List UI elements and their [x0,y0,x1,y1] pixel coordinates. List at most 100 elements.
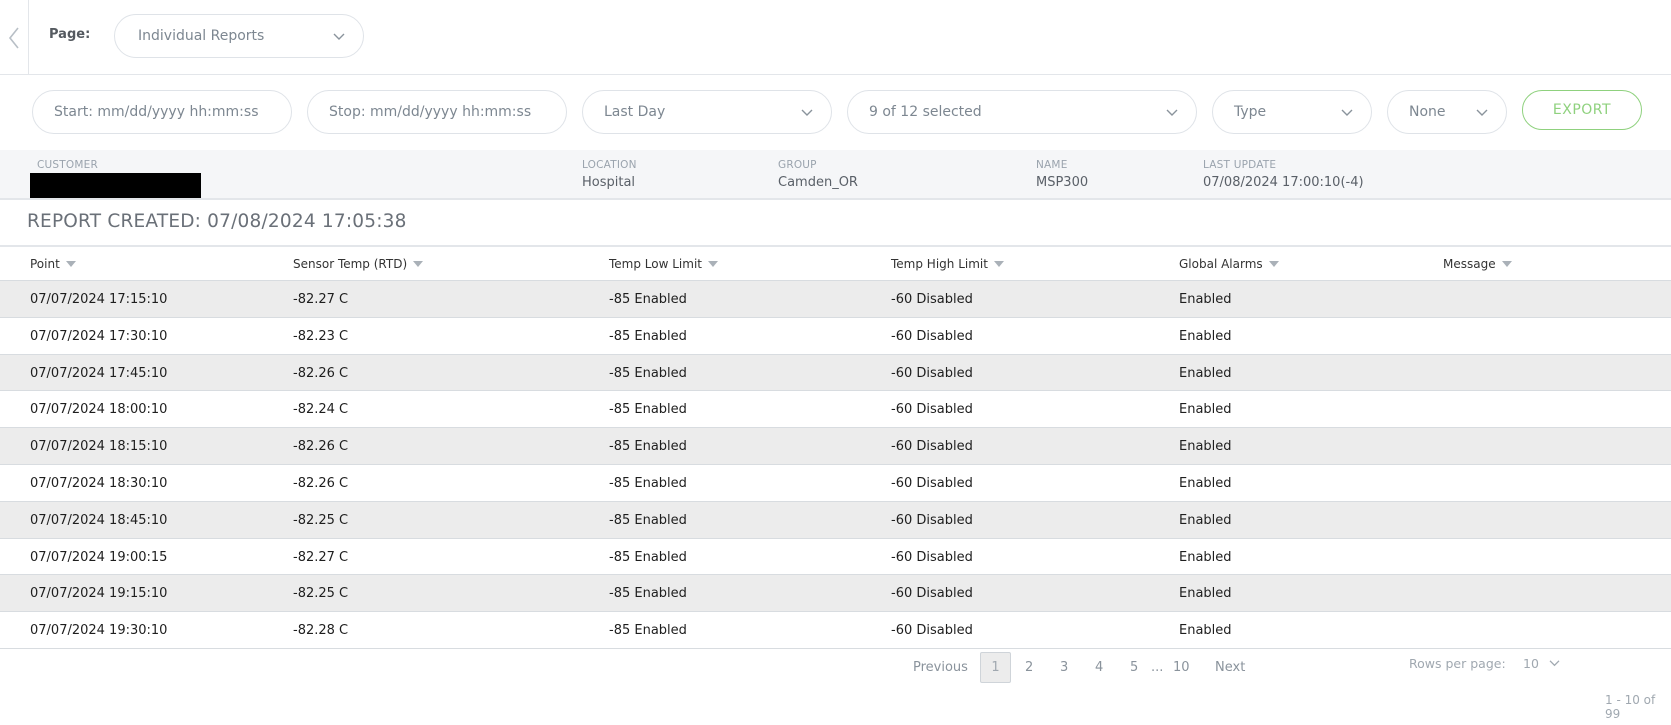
cell-point: 07/07/2024 19:30:10 [30,623,168,639]
export-button[interactable]: EXPORT [1522,90,1642,130]
cell-global-alarms: Enabled [1179,549,1232,565]
start-date-input[interactable] [54,104,268,120]
table-body: 07/07/2024 17:15:10 -82.27 C -85 Enabled -6… [0,281,1671,649]
chevron-down-icon [1549,660,1560,667]
table-header: Point Sensor Temp (RTD) Temp Low Limit T… [0,245,1671,281]
name-label: NAME [1036,159,1068,171]
column-header-temp-high-limit[interactable]: Temp High Limit [891,257,1004,271]
cell-temp-low-limit: -85 Enabled [609,475,687,491]
column-header-temp-low-limit[interactable]: Temp Low Limit [609,257,718,271]
cell-temp-high-limit: -60 Disabled [891,328,973,344]
cell-temp-high-limit: -60 Disabled [891,549,973,565]
chevron-down-icon [1166,109,1178,116]
points-multiselect[interactable]: 9 of 12 selected [847,90,1197,134]
sort-caret-icon [1268,261,1279,267]
cell-global-alarms: Enabled [1179,402,1232,418]
none-select[interactable]: None [1387,90,1507,134]
stop-date-input[interactable] [329,104,543,120]
cell-sensor-temp: -82.26 C [293,365,349,381]
column-header-label: Sensor Temp (RTD) [293,257,408,271]
group-label: GROUP [778,159,817,171]
table-row: 07/07/2024 18:30:10 -82.26 C -85 Enabled -6… [0,465,1671,502]
cell-sensor-temp: -82.24 C [293,402,349,418]
name-info: NAME MSP300 [1036,159,1088,190]
sort-caret-icon [65,261,76,267]
table-row: 07/07/2024 19:30:10 -82.28 C -85 Enabled -6… [0,612,1671,649]
cell-point: 07/07/2024 18:30:10 [30,475,168,491]
column-header-label: Global Alarms [1179,257,1263,271]
page-1-button-current[interactable]: 1 [980,652,1011,683]
column-header-global-alarms[interactable]: Global Alarms [1179,257,1279,271]
page-label: Page: [49,27,91,42]
chevron-down-icon [1476,109,1488,116]
type-select[interactable]: Type [1212,90,1372,134]
table-row: 07/07/2024 17:30:10 -82.23 C -85 Enabled -6… [0,318,1671,355]
page-2-button[interactable]: 2 [1025,660,1033,675]
location-value: Hospital [582,175,636,190]
cell-temp-high-limit: -60 Disabled [891,365,973,381]
name-value: MSP300 [1036,175,1089,190]
cell-sensor-temp: -82.26 C [293,439,349,455]
cell-point: 07/07/2024 19:00:15 [30,549,168,565]
column-header-label: Point [30,257,60,271]
cell-temp-low-limit: -85 Enabled [609,586,687,602]
customer-label: CUSTOMER [37,159,98,171]
last-update-info: LAST UPDATE 07/08/2024 17:00:10(-4) [1203,159,1364,190]
report-table: Point Sensor Temp (RTD) Temp Low Limit T… [0,245,1671,649]
sort-caret-icon [1501,261,1512,267]
stop-date-field[interactable] [307,90,567,134]
table-row: 07/07/2024 19:15:10 -82.25 C -85 Enabled -6… [0,575,1671,613]
cell-point: 07/07/2024 18:00:10 [30,402,168,418]
top-bar: Page: Individual Reports [0,0,1671,75]
cell-point: 07/07/2024 18:15:10 [30,439,168,455]
page-select-value: Individual Reports [138,28,265,44]
cell-temp-low-limit: -85 Enabled [609,623,687,639]
page-5-button[interactable]: 5 [1130,660,1138,675]
column-header-message[interactable]: Message [1443,257,1512,271]
next-page-button[interactable]: Next [1215,660,1245,675]
cell-global-alarms: Enabled [1179,623,1232,639]
page-10-button[interactable]: 10 [1173,660,1190,675]
cell-temp-low-limit: -85 Enabled [609,328,687,344]
cell-sensor-temp: -82.23 C [293,328,349,344]
cell-temp-low-limit: -85 Enabled [609,549,687,565]
cell-temp-high-limit: -60 Disabled [891,512,973,528]
column-header-sensor-temp[interactable]: Sensor Temp (RTD) [293,257,424,271]
cell-temp-high-limit: -60 Disabled [891,586,973,602]
back-button[interactable] [0,0,29,75]
table-row: 07/07/2024 18:45:10 -82.25 C -85 Enabled -6… [0,501,1671,539]
cell-temp-low-limit: -85 Enabled [609,402,687,418]
customer-redaction [30,173,201,198]
previous-page-button[interactable]: Previous [913,660,968,675]
cell-point: 07/07/2024 19:15:10 [30,586,168,602]
column-header-label: Temp High Limit [891,257,988,271]
table-row: 07/07/2024 17:15:10 -82.27 C -85 Enabled -6… [0,281,1671,318]
type-select-value: Type [1234,104,1267,120]
sort-caret-icon [413,261,424,267]
column-header-label: Message [1443,257,1496,271]
chevron-down-icon [333,33,345,40]
cell-temp-low-limit: -85 Enabled [609,365,687,381]
location-label: LOCATION [582,159,637,171]
sort-caret-icon [708,261,718,267]
page-3-button[interactable]: 3 [1060,660,1068,675]
last-update-label: LAST UPDATE [1203,159,1277,171]
page-select[interactable]: Individual Reports [114,14,364,58]
cell-point: 07/07/2024 17:15:10 [30,292,168,307]
last-update-value: 07/08/2024 17:00:10(-4) [1203,175,1364,190]
range-select[interactable]: Last Day [582,90,832,134]
cell-temp-high-limit: -60 Disabled [891,475,973,491]
cell-temp-low-limit: -85 Enabled [609,292,687,307]
page-4-button[interactable]: 4 [1095,660,1103,675]
cell-point: 07/07/2024 17:30:10 [30,328,168,344]
cell-global-alarms: Enabled [1179,439,1232,455]
pagination-range: 1 - 10 of 99 [1605,693,1656,721]
chevron-down-icon [1341,109,1353,116]
customer-info: CUSTOMER [37,159,98,171]
cell-global-alarms: Enabled [1179,475,1232,491]
column-header-point[interactable]: Point [30,257,76,271]
points-multiselect-value: 9 of 12 selected [869,104,982,120]
rows-per-page-select[interactable]: 10 [1523,656,1560,671]
location-info: LOCATION Hospital [582,159,637,190]
start-date-field[interactable] [32,90,292,134]
